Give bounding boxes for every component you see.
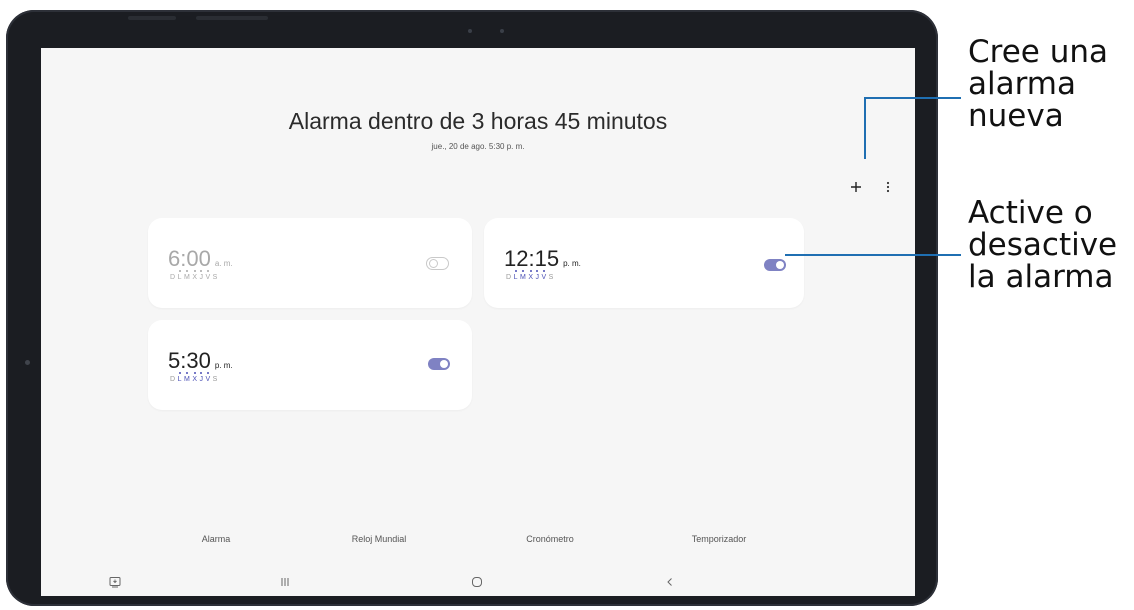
alarm-toggle[interactable] [426,257,449,270]
clock-app-screen: Alarma dentro de 3 horas 45 minutos jue.… [41,48,915,596]
callout-line-text: Active o [968,195,1093,231]
alarm-ampm: p. m. [214,361,233,370]
alarm-day: M [184,372,190,383]
alarm-days: DLMXJVS [170,270,218,281]
alarm-time: 5:30 [168,348,211,373]
home-icon[interactable] [467,572,487,592]
tab-alarma[interactable]: Alarma [202,534,231,544]
tablet-frame: Alarma dentro de 3 horas 45 minutos jue.… [6,10,938,606]
alarm-day: M [520,270,526,281]
plus-icon[interactable] [847,178,865,196]
top-actions [847,178,897,196]
alarm-day: S [548,274,554,281]
alarm-day: V [205,372,210,383]
alarm-day: X [528,270,533,281]
alarm-day: D [170,376,176,383]
alarm-time-row: 6:00 a. m. [168,246,233,272]
alarm-day: J [199,372,203,383]
callout-line-text: desactive [968,227,1118,263]
callout-line [865,97,961,99]
back-icon[interactable] [660,572,680,592]
alarm-day: S [212,376,218,383]
alarm-ampm: p. m. [563,259,581,268]
next-alarm-date: jue., 20 de ago. 5:30 p. m. [431,142,525,151]
next-alarm-title: Alarma dentro de 3 horas 45 minutos [288,108,668,134]
tab-cronometro[interactable]: Cronómetro [526,534,574,544]
alarm-days: DLMXJVS [170,372,218,383]
tab-temporizador[interactable]: Temporizador [692,534,747,544]
alarm-toggle[interactable] [428,358,450,370]
alarm-day: L [178,270,182,281]
side-sensor [25,360,30,365]
alarm-time-row: 12:15 p. m. [504,246,581,272]
alarm-day: V [541,270,546,281]
alarm-card[interactable]: 6:00 a. m. DLMXJVS [148,218,472,308]
callout-toggle-alarm: Active o desactive la alarma [968,197,1117,293]
alarm-day: D [170,274,176,281]
alarm-day: X [192,270,197,281]
alarm-time: 6:00 [168,246,211,271]
volume-button [128,16,176,20]
alarm-day: M [184,270,190,281]
front-camera [468,29,472,33]
callout-line-text: nueva [968,98,1064,134]
alarm-day: D [506,274,512,281]
alarm-ampm: a. m. [214,259,233,268]
alarm-toggle[interactable] [764,259,786,271]
alarm-card[interactable]: 5:30 p. m. DLMXJVS [148,320,472,410]
alarm-day: L [514,270,518,281]
alarm-day: V [205,270,210,281]
more-vertical-icon[interactable] [879,178,897,196]
alarm-day: X [192,372,197,383]
recents-icon[interactable] [275,572,295,592]
callout-line-text: Cree una [968,34,1108,70]
alarm-card[interactable]: 12:15 p. m. DLMXJVS [484,218,804,308]
alarm-time-row: 5:30 p. m. [168,348,233,374]
tab-bar: Alarma Reloj Mundial Cronómetro Temporiz… [41,534,915,554]
alarm-day: J [199,270,203,281]
callout-line [785,254,961,256]
alarm-time: 12:15 [504,246,560,271]
callout-new-alarm: Cree una alarma nueva [968,36,1108,132]
screenshot-icon[interactable] [105,572,125,592]
alarm-day: S [212,274,218,281]
power-button [196,16,268,20]
alarm-days: DLMXJVS [506,270,554,281]
alarm-day: J [535,270,539,281]
navigation-bar [41,568,915,596]
sensor [500,29,504,33]
callout-line-text: la alarma [968,259,1114,295]
callout-line [864,97,866,159]
tab-reloj-mundial[interactable]: Reloj Mundial [352,534,407,544]
alarm-day: L [178,372,182,383]
callout-line-text: alarma [968,66,1077,102]
